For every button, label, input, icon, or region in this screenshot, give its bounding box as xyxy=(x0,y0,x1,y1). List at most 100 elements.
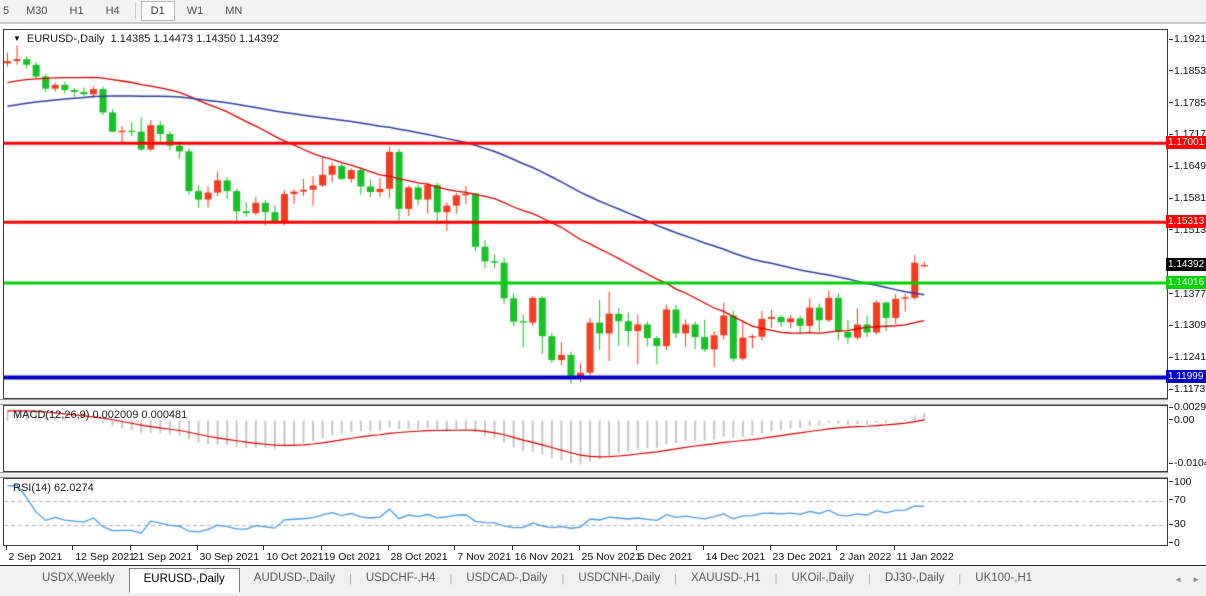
timeframe-button-w1[interactable]: W1 xyxy=(177,1,214,21)
price-tick-dash xyxy=(1169,102,1173,103)
date-label: 14 Dec 2021 xyxy=(706,551,766,563)
date-axis: 2 Sep 2021 12 Sep 202121 Sep 2021 30 Sep 2… xyxy=(0,546,1206,566)
price-tick-dash xyxy=(1169,134,1173,135)
price-tick-label: 1.12410 xyxy=(1174,351,1206,363)
chart-symbol-label: ▼ EURUSD-,Daily 1.14385 1.14473 1.14350 … xyxy=(13,33,279,45)
rsi-canvas[interactable] xyxy=(4,479,1167,545)
timeframe-toolbar: 5M30H1H4 D1W1MN xyxy=(0,0,1206,24)
symbol-ohlc-values: 1.14385 1.14473 1.14350 1.14392 xyxy=(111,33,279,45)
tab-xauusd-h1[interactable]: XAUUSD-,H1 xyxy=(677,569,775,591)
date-tick xyxy=(703,546,704,550)
tab-dj30-daily[interactable]: DJ30-,Daily xyxy=(871,569,958,591)
timeframe-button-h1[interactable]: H1 xyxy=(60,1,94,21)
rsi-tick-dash xyxy=(1169,499,1173,500)
price-tick-label: 1.17850 xyxy=(1174,97,1206,109)
rsi-axis-label: 30 xyxy=(1174,518,1186,530)
chart-tabs-bar: USDX,WeeklyEURUSD-,DailyAUDUSD-,Daily|US… xyxy=(0,567,1206,596)
price-tick-dash xyxy=(1169,325,1173,326)
tab-usdcad-daily[interactable]: USDCAD-,Daily xyxy=(452,569,561,591)
price-marker-1.15313: 1.15313 xyxy=(1166,215,1206,228)
price-tick-label: 1.13090 xyxy=(1174,319,1206,331)
tab-usdchf-h4[interactable]: USDCHF-,H4 xyxy=(352,569,450,591)
date-label: 28 Oct 2021 xyxy=(391,551,448,563)
tab-ukoil-daily[interactable]: UKOil-,Daily xyxy=(777,569,868,591)
timeframe-button-m30[interactable]: M30 xyxy=(16,1,57,21)
date-label: 25 Nov 2021 xyxy=(582,551,642,563)
date-label: 2 Sep 2021 xyxy=(9,551,63,563)
price-tick-label: 1.19210 xyxy=(1174,33,1206,45)
price-tick-dash xyxy=(1169,39,1173,40)
timeframe-button-5[interactable]: 5 xyxy=(1,1,14,21)
date-tick xyxy=(6,546,7,550)
macd-axis-label: 0.00 xyxy=(1174,414,1194,426)
date-tick xyxy=(454,546,455,550)
price-tick-label: 1.15810 xyxy=(1174,192,1206,204)
macd-axis-label: 0.002966 xyxy=(1174,401,1206,413)
date-tick xyxy=(579,546,580,550)
macd-label: MACD(12,26,9) 0.002009 0.000481 xyxy=(13,409,187,421)
price-tick-dash xyxy=(1169,357,1173,358)
date-label: 11 Jan 2022 xyxy=(897,551,954,563)
rsi-tick-dash xyxy=(1169,524,1173,525)
date-label: 21 Sep 2021 xyxy=(133,551,193,563)
price-tick-label: 1.16490 xyxy=(1174,160,1206,172)
date-label: 19 Oct 2021 xyxy=(324,551,381,563)
macd-tick-dash xyxy=(1169,407,1173,408)
macd-panel: MACD(12,26,9) 0.002009 0.000481 xyxy=(3,405,1168,472)
date-label: 16 Nov 2021 xyxy=(515,551,575,563)
price-tick-label: 1.18530 xyxy=(1174,65,1206,77)
date-label: 30 Sep 2021 xyxy=(200,551,260,563)
macd-tick-dash xyxy=(1169,463,1173,464)
price-tick-label: 1.11730 xyxy=(1174,383,1206,395)
trading-terminal: 5M30H1H4 D1W1MN ▼ EURUSD-,Daily 1.14385 1… xyxy=(0,0,1206,596)
symbol-name: EURUSD-,Daily xyxy=(27,33,105,45)
date-tick xyxy=(197,546,198,550)
macd-axis-label: -0.01042 xyxy=(1174,457,1206,469)
rsi-tick-dash xyxy=(1169,542,1173,543)
date-label: 2 Jan 2022 xyxy=(839,551,891,563)
timeframe-button-h4[interactable]: H4 xyxy=(96,1,130,21)
date-tick xyxy=(72,546,73,550)
rsi-axis-label: 70 xyxy=(1174,494,1186,506)
date-tick xyxy=(836,546,837,550)
price-marker-1.14016: 1.14016 xyxy=(1166,276,1206,289)
date-label: 7 Nov 2021 xyxy=(457,551,511,563)
date-label: 23 Dec 2021 xyxy=(773,551,833,563)
price-tick-dash xyxy=(1169,198,1173,199)
tab-uk100-h1[interactable]: UK100-,H1 xyxy=(961,569,1046,591)
date-label: 5 Dec 2021 xyxy=(639,551,693,563)
tab-eurusd-daily[interactable]: EURUSD-,Daily xyxy=(129,568,240,593)
tab-usdcnh-daily[interactable]: USDCNH-,Daily xyxy=(564,569,674,591)
date-tick xyxy=(388,546,389,550)
price-tick-dash xyxy=(1169,229,1173,230)
tabs-scroll-right-icon[interactable]: ► xyxy=(1192,575,1200,584)
toolbar-separator xyxy=(135,3,136,19)
price-tick-label: 1.13770 xyxy=(1174,288,1206,300)
tab-usdx-weekly[interactable]: USDX,Weekly xyxy=(28,569,129,591)
date-tick xyxy=(894,546,895,550)
date-label: 12 Sep 2021 xyxy=(75,551,135,563)
price-tick-dash xyxy=(1169,166,1173,167)
date-tick xyxy=(512,546,513,550)
date-tick xyxy=(130,546,131,550)
price-axis: 1.192101.185301.178501.171701.164901.158… xyxy=(1169,24,1206,566)
date-tick xyxy=(263,546,264,550)
date-tick xyxy=(636,546,637,550)
chart-dropdown-icon[interactable]: ▼ xyxy=(13,34,21,44)
price-marker-1.11999: 1.11999 xyxy=(1166,370,1206,383)
timeframe-button-mn[interactable]: MN xyxy=(215,1,252,21)
main-price-panel: ▼ EURUSD-,Daily 1.14385 1.14473 1.14350 … xyxy=(3,29,1168,399)
tab-scroll-arrows: ◄► xyxy=(1174,569,1200,584)
tabs-scroll-left-icon[interactable]: ◄ xyxy=(1174,575,1182,584)
rsi-panel: RSI(14) 62.0274 xyxy=(3,478,1168,546)
tab-audusd-daily[interactable]: AUDUSD-,Daily xyxy=(240,569,349,591)
price-marker-1.17001: 1.17001 xyxy=(1166,136,1206,149)
price-tick-dash xyxy=(1169,389,1173,390)
price-chart-canvas[interactable] xyxy=(4,30,1167,398)
price-marker-1.14392: 1.14392 xyxy=(1166,258,1206,271)
price-tick-dash xyxy=(1169,293,1173,294)
rsi-label: RSI(14) 62.0274 xyxy=(13,482,94,494)
price-tick-dash xyxy=(1169,70,1173,71)
timeframe-button-d1[interactable]: D1 xyxy=(141,1,175,21)
rsi-axis-label: 100 xyxy=(1174,476,1192,488)
